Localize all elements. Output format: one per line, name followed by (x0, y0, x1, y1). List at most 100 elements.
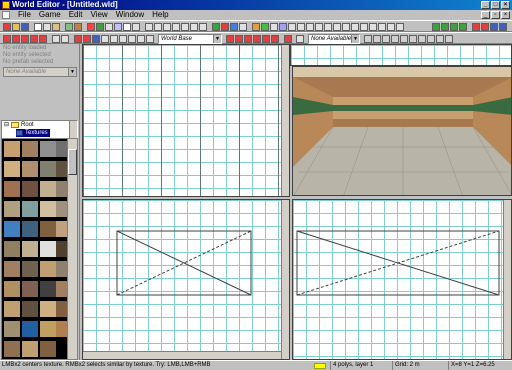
texture-thumb[interactable] (22, 201, 38, 217)
menu-edit[interactable]: Edit (65, 10, 87, 20)
texture-thumb[interactable] (4, 301, 20, 317)
texture-thumb[interactable] (40, 161, 56, 177)
rotate-icon[interactable] (154, 23, 162, 31)
texture-thumb[interactable] (4, 221, 20, 237)
texture-thumb[interactable] (22, 261, 38, 277)
texture-thumb[interactable] (40, 141, 56, 157)
brush-icon[interactable] (87, 23, 95, 31)
brush-hollow-icon[interactable] (39, 35, 47, 43)
texture-thumb[interactable] (22, 161, 38, 177)
red-3-icon[interactable] (244, 35, 252, 43)
menu-game[interactable]: Game (35, 10, 65, 20)
texture-thumb[interactable] (4, 141, 20, 157)
world-base-combo[interactable]: World Base ▼ (158, 34, 222, 44)
redo-icon[interactable] (74, 23, 82, 31)
brush-subtract-icon[interactable] (12, 35, 20, 43)
entity-combo[interactable]: None Available ▼ (3, 67, 77, 77)
perspective-icon[interactable] (297, 23, 305, 31)
texture-thumb[interactable] (40, 301, 56, 317)
face-icon[interactable] (132, 23, 140, 31)
ortho-icon[interactable] (288, 23, 296, 31)
chevron-down-icon[interactable]: ▼ (68, 68, 76, 76)
texture-thumb[interactable] (22, 301, 38, 317)
menu-help[interactable]: Help (148, 10, 172, 20)
view-side-icon[interactable] (360, 23, 368, 31)
filter-icon[interactable] (396, 23, 404, 31)
texture-thumb[interactable] (22, 181, 38, 197)
mdi-minimize-button[interactable]: _ (481, 11, 490, 19)
texture-thumb[interactable] (4, 341, 20, 357)
open-icon[interactable] (12, 23, 20, 31)
select-icon[interactable] (105, 23, 113, 31)
layer-8-icon[interactable] (499, 23, 507, 31)
red-5-icon[interactable] (262, 35, 270, 43)
texture-thumb[interactable] (22, 141, 38, 157)
mirror-icon[interactable] (172, 23, 180, 31)
texture-thumb[interactable] (40, 221, 56, 237)
app-icon[interactable] (2, 1, 10, 9)
red-4-icon[interactable] (253, 35, 261, 43)
texture-thumb[interactable] (22, 341, 38, 357)
play-icon[interactable] (261, 23, 269, 31)
bookmark-icon[interactable] (387, 23, 395, 31)
chevron-down-icon[interactable]: ▼ (351, 35, 359, 43)
world-icon[interactable] (252, 23, 260, 31)
save-icon[interactable] (21, 23, 29, 31)
texture-thumb[interactable] (40, 181, 56, 197)
mdi-restore-button[interactable]: ▫ (491, 11, 500, 19)
brush-outline[interactable] (293, 200, 512, 360)
view-3d-icon[interactable] (369, 23, 377, 31)
view-front-icon[interactable] (351, 23, 359, 31)
texture-thumb[interactable] (4, 281, 20, 297)
camera-icon[interactable] (378, 23, 386, 31)
settings-icon[interactable] (270, 23, 278, 31)
light-icon[interactable] (212, 23, 220, 31)
texture-thumb[interactable] (4, 181, 20, 197)
lit-icon[interactable] (324, 23, 332, 31)
view-top-icon[interactable] (342, 23, 350, 31)
viewport-vscrollbar[interactable] (503, 200, 511, 359)
texture-apply-icon[interactable] (146, 35, 154, 43)
textured-icon[interactable] (315, 23, 323, 31)
brush-add-icon[interactable] (3, 35, 11, 43)
globe-icon[interactable] (230, 23, 238, 31)
layer-3-icon[interactable] (450, 23, 458, 31)
new-icon[interactable] (3, 23, 11, 31)
texture-rotate-icon[interactable] (119, 35, 127, 43)
chevron-down-icon[interactable]: ▼ (213, 35, 221, 43)
wireframe-icon[interactable] (306, 23, 314, 31)
texture-tool-icon[interactable] (296, 35, 304, 43)
layer-5-icon[interactable] (472, 23, 480, 31)
align-left-icon[interactable] (52, 35, 60, 43)
viewport-scrollbar[interactable] (281, 45, 289, 196)
vertex-icon[interactable] (114, 23, 122, 31)
texture-thumb[interactable] (40, 341, 56, 357)
mdi-close-button[interactable]: × (501, 11, 510, 19)
layer-4-icon[interactable] (459, 23, 467, 31)
menu-view[interactable]: View (86, 10, 111, 20)
texture-thumb[interactable] (22, 221, 38, 237)
align-right-icon[interactable] (61, 35, 69, 43)
texture-combo[interactable]: None Available ▼ (308, 34, 360, 44)
scale-icon[interactable] (163, 23, 171, 31)
document-icon[interactable] (2, 11, 10, 19)
grid-icon[interactable] (190, 23, 198, 31)
menu-file[interactable]: File (14, 10, 35, 20)
layer-2-icon[interactable] (441, 23, 449, 31)
tree-textures[interactable]: Textures (16, 129, 50, 137)
texture-thumb[interactable] (40, 241, 56, 257)
texture-scrollbar[interactable] (67, 139, 77, 359)
texture-align-icon[interactable] (128, 35, 136, 43)
texture-thumb[interactable] (40, 321, 56, 337)
texture-thumb[interactable] (4, 241, 20, 257)
red-7-icon[interactable] (284, 35, 292, 43)
texture-reset-icon[interactable] (137, 35, 145, 43)
texture-thumb[interactable] (4, 321, 20, 337)
texture-thumb[interactable] (4, 261, 20, 277)
shaded-icon[interactable] (333, 23, 341, 31)
red-1-icon[interactable] (226, 35, 234, 43)
texture-thumb[interactable] (22, 281, 38, 297)
texture-thumb[interactable] (4, 161, 20, 177)
maximize-button[interactable]: □ (491, 1, 500, 9)
viewport-front[interactable] (82, 199, 290, 360)
